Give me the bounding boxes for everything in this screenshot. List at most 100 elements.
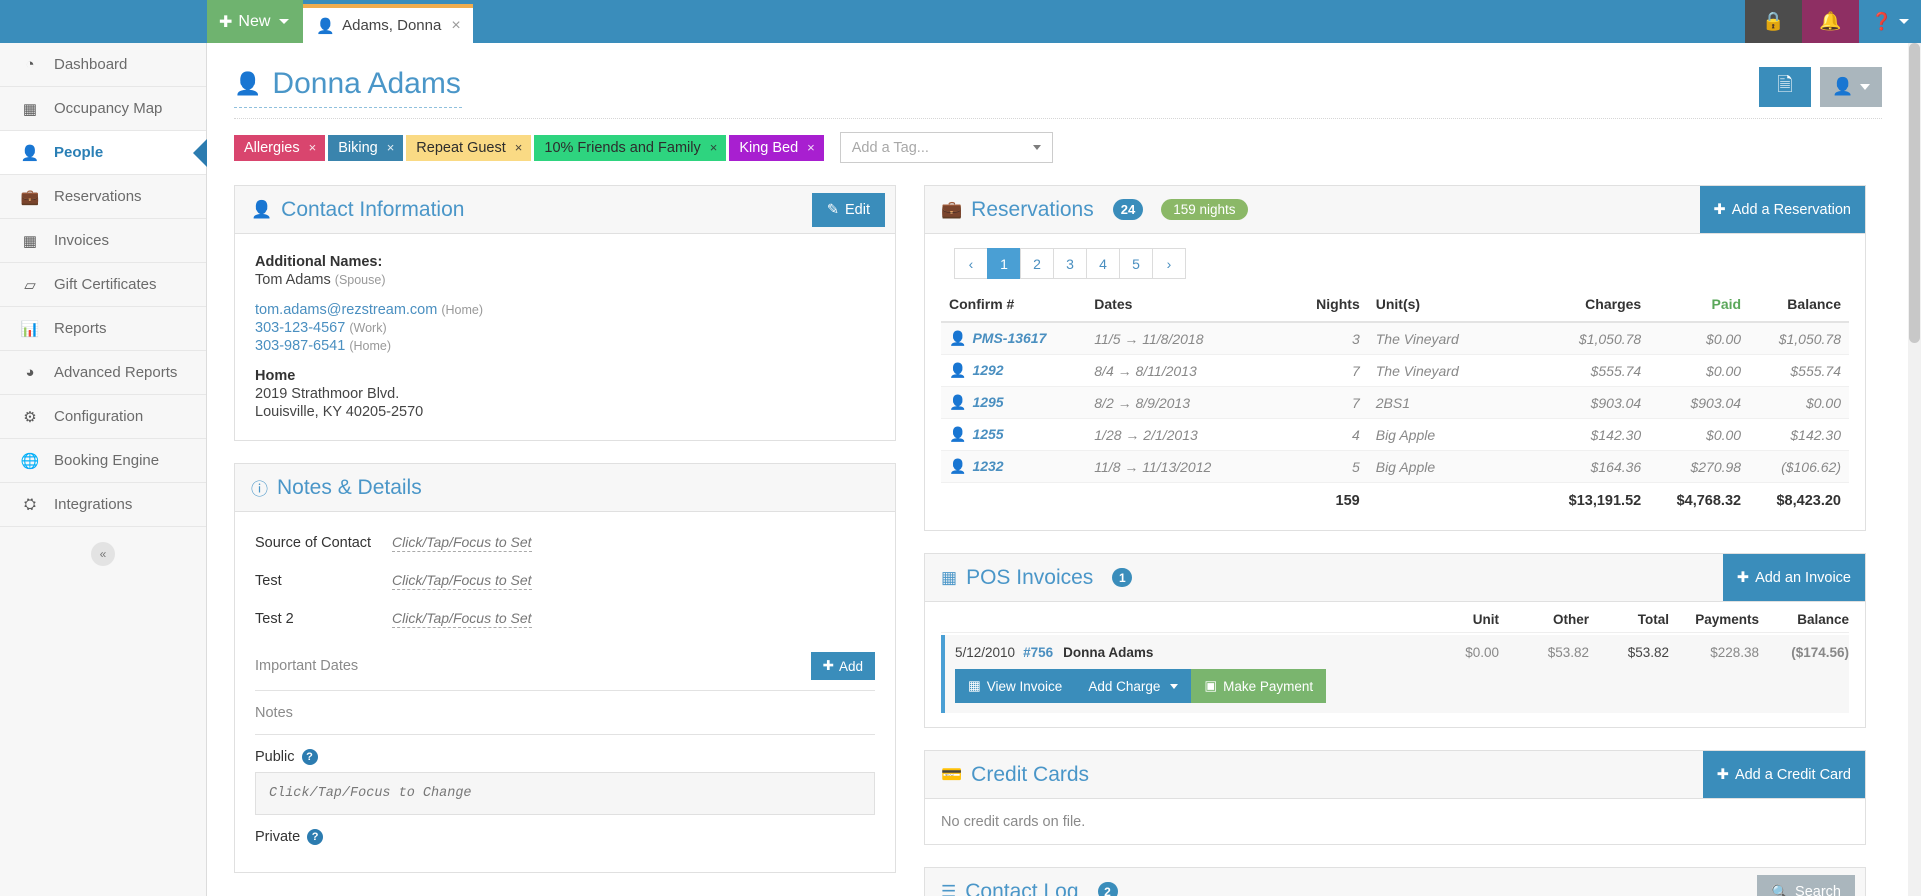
additional-names-label: Additional Names: [255, 254, 383, 270]
tag-allergies[interactable]: Allergies × [234, 134, 326, 161]
pos-invoice-date: 5/12/2010 [955, 645, 1016, 660]
close-icon[interactable]: × [451, 17, 460, 35]
sidebar-item-people[interactable]: 👤 People [0, 131, 206, 175]
add-charge-button[interactable]: Add Charge [1075, 669, 1192, 703]
sidebar-collapse-row: « [0, 527, 206, 581]
public-notes-input[interactable]: Click/Tap/Focus to Change [255, 772, 875, 815]
remove-tag-icon[interactable]: × [710, 140, 718, 155]
add-important-date-button[interactable]: ✚ Add [810, 652, 875, 680]
notes-details-title: ⓘ Notes & Details [251, 475, 422, 500]
table-row[interactable]: 👤 1292 8/4 → 8/11/2013 7 The Vineyard $555.74… [941, 355, 1849, 387]
sidebar-item-occupancy-map[interactable]: ▦ Occupancy Map [0, 87, 206, 131]
safe-deposit-icon[interactable]: 🔒 [1745, 0, 1802, 43]
sidebar-item-reservations[interactable]: 💼 Reservations [0, 175, 206, 219]
add-invoice-label: Add an Invoice [1755, 569, 1851, 586]
pagination-page-3[interactable]: 3 [1053, 248, 1087, 279]
sidebar-item-advanced-reports[interactable]: ◕ Advanced Reports [0, 351, 206, 395]
document-icon-button[interactable]: 🗎 [1759, 67, 1811, 107]
table-row[interactable]: 👤 PMS-13617 11/5 → 11/8/2018 3 The Vineyard $… [941, 322, 1849, 355]
remove-tag-icon[interactable]: × [387, 140, 395, 155]
help-icon[interactable]: ? [301, 749, 318, 765]
list-icon: ☰ [941, 881, 957, 896]
table-row[interactable]: 👤 1295 8/2 → 8/9/2013 7 2BS1 $903.04 $903.04 $0… [941, 386, 1849, 419]
reservation-balance: $142.30 [1790, 426, 1841, 443]
remove-tag-icon[interactable]: × [309, 140, 317, 155]
table-icon: ▦ [22, 232, 38, 250]
sidebar-item-dashboard[interactable]: ◔ Dashboard [0, 43, 206, 87]
pagination-page-2[interactable]: 2 [1020, 248, 1054, 279]
add-reservation-button[interactable]: ✚ Add a Reservation [1699, 186, 1865, 233]
user-icon: 👤 [949, 362, 967, 378]
contact-information-title: 👤 Contact Information [251, 198, 464, 222]
reservation-confirm-link[interactable]: 👤 1292 [941, 355, 1086, 387]
reservation-dates: 1/28 → 2/1/2013 [1094, 426, 1198, 443]
pagination-page-4[interactable]: 4 [1086, 248, 1120, 279]
pagination-page-1[interactable]: 1 [987, 248, 1021, 279]
tag-biking[interactable]: Biking × [328, 134, 404, 161]
sidebar-item-integrations[interactable]: ⛭ Integrations [0, 483, 206, 527]
reservation-balance: $1,050.78 [1778, 330, 1841, 347]
tag-10-friends-and-family[interactable]: 10% Friends and Family × [534, 134, 727, 161]
reservation-dates: 8/4 → 8/11/2013 [1094, 362, 1197, 379]
sidebar-item-invoices[interactable]: ▦ Invoices [0, 219, 206, 263]
reservations-nights-badge: 159 nights [1161, 199, 1248, 220]
table-icon: ▦ [968, 678, 981, 693]
user-icon: 👤 [251, 199, 273, 219]
add-credit-card-button[interactable]: ✚ Add a Credit Card [1702, 751, 1865, 798]
bar-chart-icon: 📊 [20, 320, 40, 338]
new-button[interactable]: ✚ New [207, 0, 304, 43]
user-menu-button[interactable]: 👤 [1820, 67, 1882, 107]
edit-contact-button[interactable]: ✎ Edit [811, 193, 885, 227]
sidebar-item-booking-engine[interactable]: 🌐 Booking Engine [0, 439, 206, 483]
make-payment-button[interactable]: ▣ Make Payment [1191, 669, 1327, 703]
phone-work-link[interactable]: 303-123-4567 [255, 320, 345, 336]
reservation-paid: $0.00 [1706, 330, 1742, 347]
contact-log-search-button[interactable]: 🔍 Search [1756, 875, 1855, 896]
user-icon: 👤 [949, 458, 967, 474]
email-link[interactable]: tom.adams@rezstream.com [255, 302, 437, 318]
reservations-body: ‹ 1 2 3 4 5 › Confirm # Dates Nights Unit(s) Charg… [925, 234, 1865, 530]
reservation-confirm-link[interactable]: 👤 1295 [941, 387, 1086, 419]
add-invoice-button[interactable]: ✚ Add an Invoice [1722, 554, 1865, 601]
public-notes-label: Public [255, 749, 295, 765]
help-icon[interactable]: ? [307, 829, 324, 845]
phone-home-link[interactable]: 303-987-6541 [255, 338, 345, 354]
add-tag-input[interactable]: Add a Tag... [839, 132, 1053, 163]
detail-value[interactable]: Click/Tap/Focus to Set [392, 534, 532, 552]
totals-blank-1 [941, 483, 1086, 517]
table-row[interactable]: 👤 1255 1/28 → 2/1/2013 4 Big Apple $142.30 $0.… [941, 419, 1849, 451]
bell-icon[interactable]: 🔔 [1802, 0, 1859, 43]
reservation-nights: 5 [1351, 458, 1360, 475]
totals-nights: 159 [1335, 493, 1360, 509]
guest-tab[interactable]: 👤 Adams, Donna × [303, 4, 473, 43]
reservation-confirm-link[interactable]: 👤 1232 [941, 451, 1086, 483]
help-menu[interactable]: ❓ [1859, 0, 1921, 43]
reservation-confirm-link[interactable]: 👤 PMS-13617 [941, 322, 1086, 355]
page-scrollbar[interactable] [1908, 43, 1921, 896]
pagination-page-5[interactable]: 5 [1119, 248, 1153, 279]
credit-card-icon: 💳 [941, 764, 963, 784]
sidebar-item-configuration[interactable]: ⚙ Configuration [0, 395, 206, 439]
pagination-page-›[interactable]: › [1152, 248, 1186, 279]
detail-value[interactable]: Click/Tap/Focus to Set [392, 610, 532, 628]
sidebar-item-reports[interactable]: 📊 Reports [0, 307, 206, 351]
collapse-sidebar-button[interactable]: « [91, 542, 115, 566]
calendar-icon: ▦ [22, 100, 38, 118]
reservation-dates: 8/2 → 8/9/2013 [1094, 394, 1191, 411]
table-row[interactable]: 👤 1232 11/8 → 11/13/2012 5 Big Apple $164.36 $… [941, 450, 1849, 483]
pie-chart-icon: ◕ [25, 364, 35, 381]
credit-cards-empty-text: No credit cards on file. [941, 814, 1086, 830]
scrollbar-thumb[interactable] [1909, 43, 1920, 343]
reservation-confirm-link[interactable]: 👤 1255 [941, 419, 1086, 451]
tag-king-bed[interactable]: King Bed × [729, 134, 824, 161]
pos-invoice-number[interactable]: #756 [1023, 645, 1053, 660]
detail-value[interactable]: Click/Tap/Focus to Set [392, 572, 532, 590]
sidebar-item-label: Dashboard [54, 56, 128, 73]
tag-label: 10% Friends and Family [544, 139, 701, 156]
tag-repeat-guest[interactable]: Repeat Guest × [406, 134, 532, 161]
pagination-page-‹[interactable]: ‹ [954, 248, 988, 279]
remove-tag-icon[interactable]: × [515, 140, 523, 155]
remove-tag-icon[interactable]: × [807, 140, 815, 155]
view-invoice-button[interactable]: ▦ View Invoice [955, 669, 1076, 703]
sidebar-item-gift-certificates[interactable]: ▱ Gift Certificates [0, 263, 206, 307]
